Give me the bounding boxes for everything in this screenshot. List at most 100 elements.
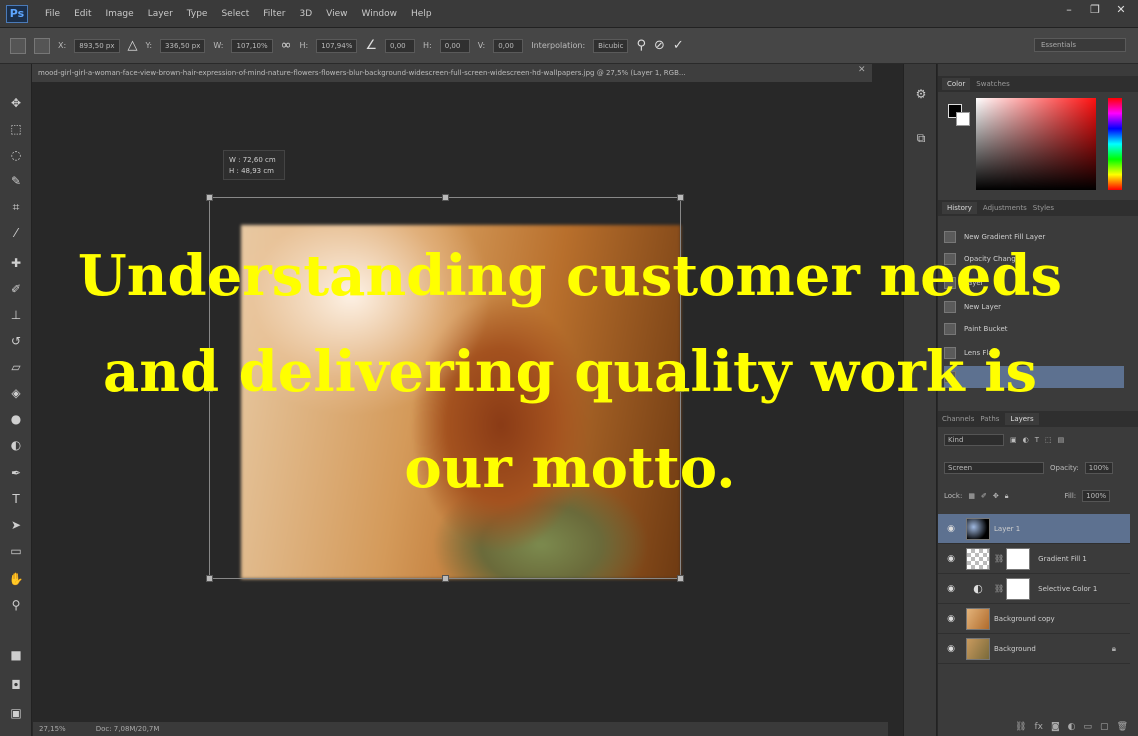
new-layer-icon[interactable]: ▢ bbox=[1100, 722, 1109, 732]
layer-row[interactable]: ◉ ⛓ Gradient Fill 1 bbox=[938, 544, 1130, 574]
layer-row[interactable]: ◉ ◐ ⛓ Selective Color 1 bbox=[938, 574, 1130, 604]
link-icon[interactable]: ∞ bbox=[281, 38, 292, 53]
brush-tool-icon[interactable]: ✐ bbox=[7, 280, 25, 298]
clone-stamp-tool-icon[interactable]: ⊥ bbox=[7, 306, 25, 324]
healing-brush-tool-icon[interactable]: ✚ bbox=[7, 254, 25, 272]
delta-icon[interactable]: △ bbox=[128, 38, 138, 53]
history-brush-tool-icon[interactable]: ↺ bbox=[7, 332, 25, 350]
interpolation-label: Interpolation: bbox=[531, 41, 586, 50]
vskew-label: V: bbox=[477, 41, 486, 50]
eraser-tool-icon[interactable]: ▱ bbox=[7, 358, 25, 376]
paint-bucket-tool-icon[interactable]: ◈ bbox=[7, 384, 25, 402]
transform-handle-top[interactable] bbox=[442, 194, 449, 201]
properties-panel-icon[interactable]: ⚙ bbox=[913, 86, 929, 102]
transform-handle-bottom-right[interactable] bbox=[677, 575, 684, 582]
minimize-button[interactable]: – bbox=[1062, 4, 1076, 16]
restore-button[interactable]: ❐ bbox=[1088, 4, 1102, 16]
document-size[interactable]: Doc: 7,08M/20,7M bbox=[96, 725, 160, 733]
layer-mask-thumbnail[interactable] bbox=[1006, 547, 1031, 570]
link-layers-icon[interactable]: ⛓ bbox=[1015, 722, 1026, 732]
blur-tool-icon[interactable]: ● bbox=[7, 410, 25, 428]
menu-layer[interactable]: Layer bbox=[141, 9, 180, 19]
workspace-select[interactable]: Essentials bbox=[1034, 38, 1126, 52]
angle-field[interactable]: 0,00 bbox=[385, 38, 416, 53]
chain-link-icon[interactable]: ⛓ bbox=[994, 554, 1004, 563]
options-bar: X: 893,50 px △ Y: 336,50 px W: 107,10% ∞… bbox=[0, 28, 1138, 64]
reference-point-icon[interactable] bbox=[34, 37, 50, 54]
width-field[interactable]: 107,10% bbox=[231, 38, 273, 53]
layer-row[interactable]: ◉ Background copy bbox=[938, 604, 1130, 634]
transform-handle-top-right[interactable] bbox=[677, 194, 684, 201]
rectangle-tool-icon[interactable]: ▭ bbox=[7, 542, 25, 560]
transform-handle-top-left[interactable] bbox=[206, 194, 213, 201]
vskew-field[interactable]: 0,00 bbox=[493, 38, 524, 53]
status-bar: 27,15% Doc: 7,08M/20,7M bbox=[33, 722, 888, 736]
hskew-label: H: bbox=[423, 41, 432, 50]
hand-tool-icon[interactable]: ✋ bbox=[7, 570, 25, 588]
tool-preset-icon[interactable] bbox=[10, 37, 26, 54]
marquee-tool-icon[interactable]: ⬚ bbox=[7, 120, 25, 138]
zoom-tool-icon[interactable]: ⚲ bbox=[7, 596, 25, 614]
info-panel-icon[interactable]: ⧉ bbox=[913, 130, 929, 146]
x-field[interactable]: 893,50 px bbox=[74, 38, 120, 53]
menu-file[interactable]: File bbox=[38, 9, 67, 19]
visibility-eye-icon[interactable]: ◉ bbox=[944, 554, 958, 564]
background-color-swatch[interactable] bbox=[956, 112, 970, 126]
add-mask-icon[interactable]: ◙ bbox=[1051, 722, 1060, 732]
menu-type[interactable]: Type bbox=[180, 9, 215, 19]
transform-size-tooltip: W : 72,60 cm H : 48,93 cm bbox=[223, 150, 285, 180]
layer-row[interactable]: ◉ Layer 1 bbox=[938, 514, 1130, 544]
hskew-field[interactable]: 0,00 bbox=[439, 38, 470, 53]
move-tool-icon[interactable]: ✥ bbox=[7, 94, 25, 112]
commit-transform-icon[interactable]: ✓ bbox=[673, 38, 684, 53]
type-tool-icon[interactable]: T bbox=[7, 490, 25, 508]
menu-filter[interactable]: Filter bbox=[256, 9, 292, 19]
pen-tool-icon[interactable]: ✒ bbox=[7, 464, 25, 482]
warp-icon[interactable]: ⚲ bbox=[636, 38, 646, 53]
hue-slider[interactable] bbox=[1108, 98, 1122, 190]
zoom-level[interactable]: 27,15% bbox=[39, 725, 66, 733]
visibility-eye-icon[interactable]: ◉ bbox=[944, 524, 958, 534]
transform-handle-bottom-left[interactable] bbox=[206, 575, 213, 582]
layer-thumbnail bbox=[966, 607, 990, 630]
lasso-tool-icon[interactable]: ◌ bbox=[7, 146, 25, 164]
quick-mask-icon[interactable]: ◘ bbox=[7, 676, 25, 694]
crop-tool-icon[interactable]: ⌗ bbox=[7, 198, 25, 216]
new-adjustment-icon[interactable]: ◐ bbox=[1068, 722, 1076, 732]
opacity-field[interactable]: 100% bbox=[1084, 462, 1113, 474]
menu-help[interactable]: Help bbox=[404, 9, 439, 19]
transform-handle-bottom[interactable] bbox=[442, 575, 449, 582]
dodge-tool-icon[interactable]: ◐ bbox=[7, 436, 25, 454]
visibility-eye-icon[interactable]: ◉ bbox=[944, 644, 958, 654]
path-selection-tool-icon[interactable]: ➤ bbox=[7, 516, 25, 534]
height-field[interactable]: 107,94% bbox=[316, 38, 358, 53]
layer-thumbnail bbox=[966, 637, 990, 660]
h-label: H: bbox=[299, 41, 309, 50]
visibility-eye-icon[interactable]: ◉ bbox=[944, 614, 958, 624]
menu-window[interactable]: Window bbox=[355, 9, 405, 19]
cancel-transform-icon[interactable]: ⊘ bbox=[654, 38, 665, 53]
delete-layer-icon[interactable]: 🗑︎ bbox=[1117, 722, 1128, 732]
menu-3d[interactable]: 3D bbox=[293, 9, 320, 19]
quick-select-tool-icon[interactable]: ✎ bbox=[7, 172, 25, 190]
menu-image[interactable]: Image bbox=[99, 9, 141, 19]
close-document-icon[interactable]: ✕ bbox=[858, 65, 866, 75]
foreground-background-colors-icon[interactable]: ■ bbox=[7, 646, 25, 664]
layer-mask-thumbnail[interactable] bbox=[1006, 577, 1031, 600]
menu-edit[interactable]: Edit bbox=[67, 9, 98, 19]
visibility-eye-icon[interactable]: ◉ bbox=[944, 584, 958, 594]
document-tab[interactable]: mood-girl-girl-a-woman-face-view-brown-h… bbox=[32, 64, 872, 82]
add-style-icon[interactable]: fx bbox=[1034, 722, 1043, 732]
chain-link-icon[interactable]: ⛓ bbox=[994, 584, 1004, 593]
color-picker-field[interactable] bbox=[976, 98, 1096, 190]
menu-view[interactable]: View bbox=[319, 9, 354, 19]
interpolation-select[interactable]: Bicubic bbox=[593, 38, 629, 53]
new-group-icon[interactable]: ▭ bbox=[1084, 722, 1093, 732]
layer-row[interactable]: ◉ Background 🔒︎ bbox=[938, 634, 1130, 664]
screen-mode-icon[interactable]: ▣ bbox=[7, 704, 25, 722]
eyedropper-tool-icon[interactable]: ⁄ bbox=[7, 224, 25, 242]
close-button[interactable]: ✕ bbox=[1114, 4, 1128, 16]
menu-select[interactable]: Select bbox=[214, 9, 256, 19]
fill-field[interactable]: 100% bbox=[1082, 490, 1111, 502]
y-field[interactable]: 336,50 px bbox=[160, 38, 206, 53]
